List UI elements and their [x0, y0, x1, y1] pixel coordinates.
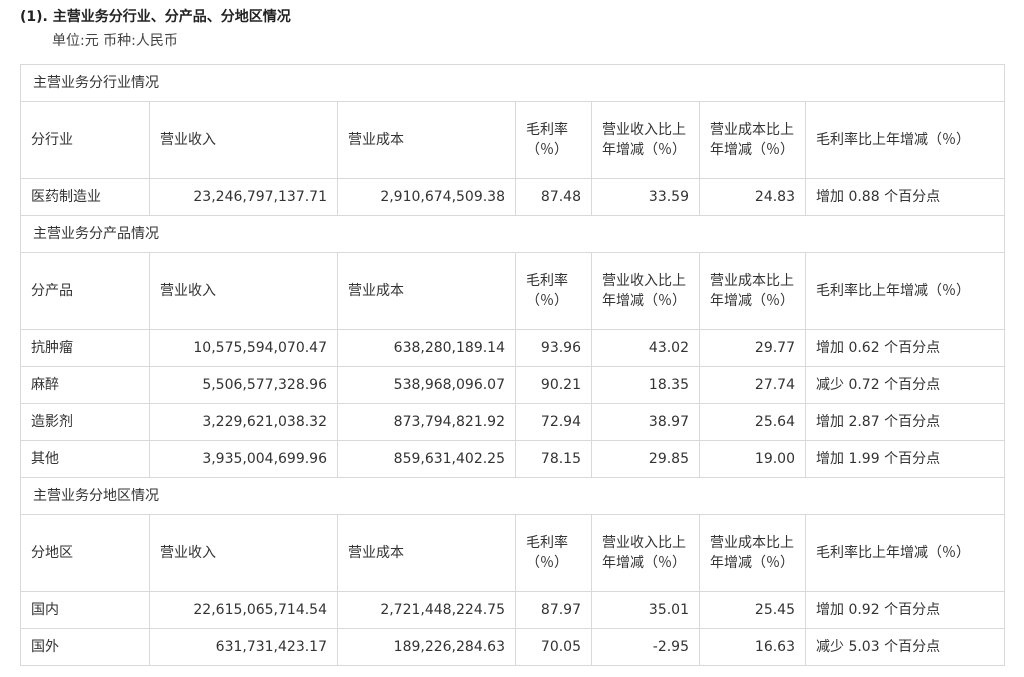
section-title-row: 主营业务分地区情况	[20, 477, 1005, 515]
revenue-change-cell: 29.85	[591, 440, 700, 478]
row-name-cell: 国内	[20, 591, 150, 629]
margin-change-cell: 增加 1.99 个百分点	[805, 440, 1005, 478]
margin-header: 毛利率（％）	[515, 252, 592, 330]
margin-cell: 78.15	[515, 440, 592, 478]
table-body: 主营业务分行业情况 分行业 营业收入 营业成本 毛利率（％） 营业收入比上年增减（％） 营业…	[20, 64, 1005, 666]
cost-cell: 189,226,284.63	[337, 628, 516, 666]
margin-cell: 72.94	[515, 403, 592, 441]
revenue-cell: 3,229,621,038.32	[149, 403, 338, 441]
margin-header: 毛利率（％）	[515, 101, 592, 179]
margin-cell: 70.05	[515, 628, 592, 666]
dimension-header: 分产品	[20, 252, 150, 330]
section-title: 主营业务分行业情况	[20, 64, 1005, 102]
section-title: 主营业务分产品情况	[20, 215, 1005, 253]
margin-change-cell: 增加 0.62 个百分点	[805, 329, 1005, 367]
revenue-cell: 10,575,594,070.47	[149, 329, 338, 367]
cost-cell: 538,968,096.07	[337, 366, 516, 404]
revenue-cell: 3,935,004,699.96	[149, 440, 338, 478]
table-row: 国外 631,731,423.17 189,226,284.63 70.05 -2.95…	[20, 628, 1005, 666]
margin-change-cell: 减少 0.72 个百分点	[805, 366, 1005, 404]
row-name-cell: 其他	[20, 440, 150, 478]
section-title-row: 主营业务分产品情况	[20, 215, 1005, 253]
revenue-change-cell: -2.95	[591, 628, 700, 666]
dimension-header: 分行业	[20, 101, 150, 179]
margin-cell: 90.21	[515, 366, 592, 404]
margin-change-cell: 增加 0.88 个百分点	[805, 178, 1005, 216]
cost-change-header: 营业成本比上年增减（％）	[699, 101, 806, 179]
revenue-change-header: 营业收入比上年增减（％）	[591, 514, 700, 592]
cost-change-header: 营业成本比上年增减（％）	[699, 514, 806, 592]
table-row: 医药制造业 23,246,797,137.71 2,910,674,509.38 87…	[20, 178, 1005, 216]
revenue-cell: 23,246,797,137.71	[149, 178, 338, 216]
cost-change-cell: 25.45	[699, 591, 806, 629]
row-name-cell: 麻醉	[20, 366, 150, 404]
margin-change-cell: 增加 2.87 个百分点	[805, 403, 1005, 441]
table-row: 抗肿瘤 10,575,594,070.47 638,280,189.14 93.96 4…	[20, 329, 1005, 367]
margin-change-header: 毛利率比上年增减（％）	[805, 514, 1005, 592]
table-row: 其他 3,935,004,699.96 859,631,402.25 78.15 29.…	[20, 440, 1005, 478]
margin-cell: 93.96	[515, 329, 592, 367]
revenue-change-cell: 43.02	[591, 329, 700, 367]
revenue-change-header: 营业收入比上年增减（％）	[591, 252, 700, 330]
row-name-cell: 国外	[20, 628, 150, 666]
revenue-change-cell: 35.01	[591, 591, 700, 629]
revenue-header: 营业收入	[149, 252, 338, 330]
cost-cell: 2,910,674,509.38	[337, 178, 516, 216]
section-title: 主营业务分地区情况	[20, 477, 1005, 515]
cost-change-cell: 25.64	[699, 403, 806, 441]
margin-change-header: 毛利率比上年增减（％）	[805, 101, 1005, 179]
margin-cell: 87.97	[515, 591, 592, 629]
table-row: 麻醉 5,506,577,328.96 538,968,096.07 90.21 18.…	[20, 366, 1005, 404]
row-name-cell: 医药制造业	[20, 178, 150, 216]
cost-header: 营业成本	[337, 252, 516, 330]
section-heading: (1). 主营业务分行业、分产品、分地区情况	[20, 9, 291, 25]
revenue-header: 营业收入	[149, 514, 338, 592]
margin-header: 毛利率（％）	[515, 514, 592, 592]
margin-change-cell: 增加 0.92 个百分点	[805, 591, 1005, 629]
column-header-row: 分行业 营业收入 营业成本 毛利率（％） 营业收入比上年增减（％） 营业成本比上年增减（％…	[20, 101, 1005, 179]
cost-cell: 2,721,448,224.75	[337, 591, 516, 629]
cost-change-cell: 27.74	[699, 366, 806, 404]
cost-header: 营业成本	[337, 514, 516, 592]
cost-change-cell: 16.63	[699, 628, 806, 666]
margin-change-header: 毛利率比上年增减（％）	[805, 252, 1005, 330]
column-header-row: 分产品 营业收入 营业成本 毛利率（％） 营业收入比上年增减（％） 营业成本比上年增减（％…	[20, 252, 1005, 330]
cost-change-header: 营业成本比上年增减（％）	[699, 252, 806, 330]
revenue-cell: 5,506,577,328.96	[149, 366, 338, 404]
cost-change-cell: 19.00	[699, 440, 806, 478]
table-row: 造影剂 3,229,621,038.32 873,794,821.92 72.94 38…	[20, 403, 1005, 441]
main-business-table: 主营业务分行业情况 分行业 营业收入 营业成本 毛利率（％） 营业收入比上年增减（％） 营业…	[20, 64, 1005, 666]
margin-cell: 87.48	[515, 178, 592, 216]
cost-cell: 638,280,189.14	[337, 329, 516, 367]
section-title-row: 主营业务分行业情况	[20, 64, 1005, 102]
revenue-header: 营业收入	[149, 101, 338, 179]
revenue-change-cell: 18.35	[591, 366, 700, 404]
cost-change-cell: 29.77	[699, 329, 806, 367]
unit-label: 单位:元 币种:人民币	[52, 33, 178, 49]
margin-change-cell: 减少 5.03 个百分点	[805, 628, 1005, 666]
cost-cell: 859,631,402.25	[337, 440, 516, 478]
cost-header: 营业成本	[337, 101, 516, 179]
row-name-cell: 抗肿瘤	[20, 329, 150, 367]
revenue-cell: 631,731,423.17	[149, 628, 338, 666]
cost-cell: 873,794,821.92	[337, 403, 516, 441]
revenue-change-cell: 38.97	[591, 403, 700, 441]
table-row: 国内 22,615,065,714.54 2,721,448,224.75 87.97…	[20, 591, 1005, 629]
cost-change-cell: 24.83	[699, 178, 806, 216]
column-header-row: 分地区 营业收入 营业成本 毛利率（％） 营业收入比上年增减（％） 营业成本比上年增减（％…	[20, 514, 1005, 592]
row-name-cell: 造影剂	[20, 403, 150, 441]
revenue-change-header: 营业收入比上年增减（％）	[591, 101, 700, 179]
dimension-header: 分地区	[20, 514, 150, 592]
revenue-change-cell: 33.59	[591, 178, 700, 216]
revenue-cell: 22,615,065,714.54	[149, 591, 338, 629]
